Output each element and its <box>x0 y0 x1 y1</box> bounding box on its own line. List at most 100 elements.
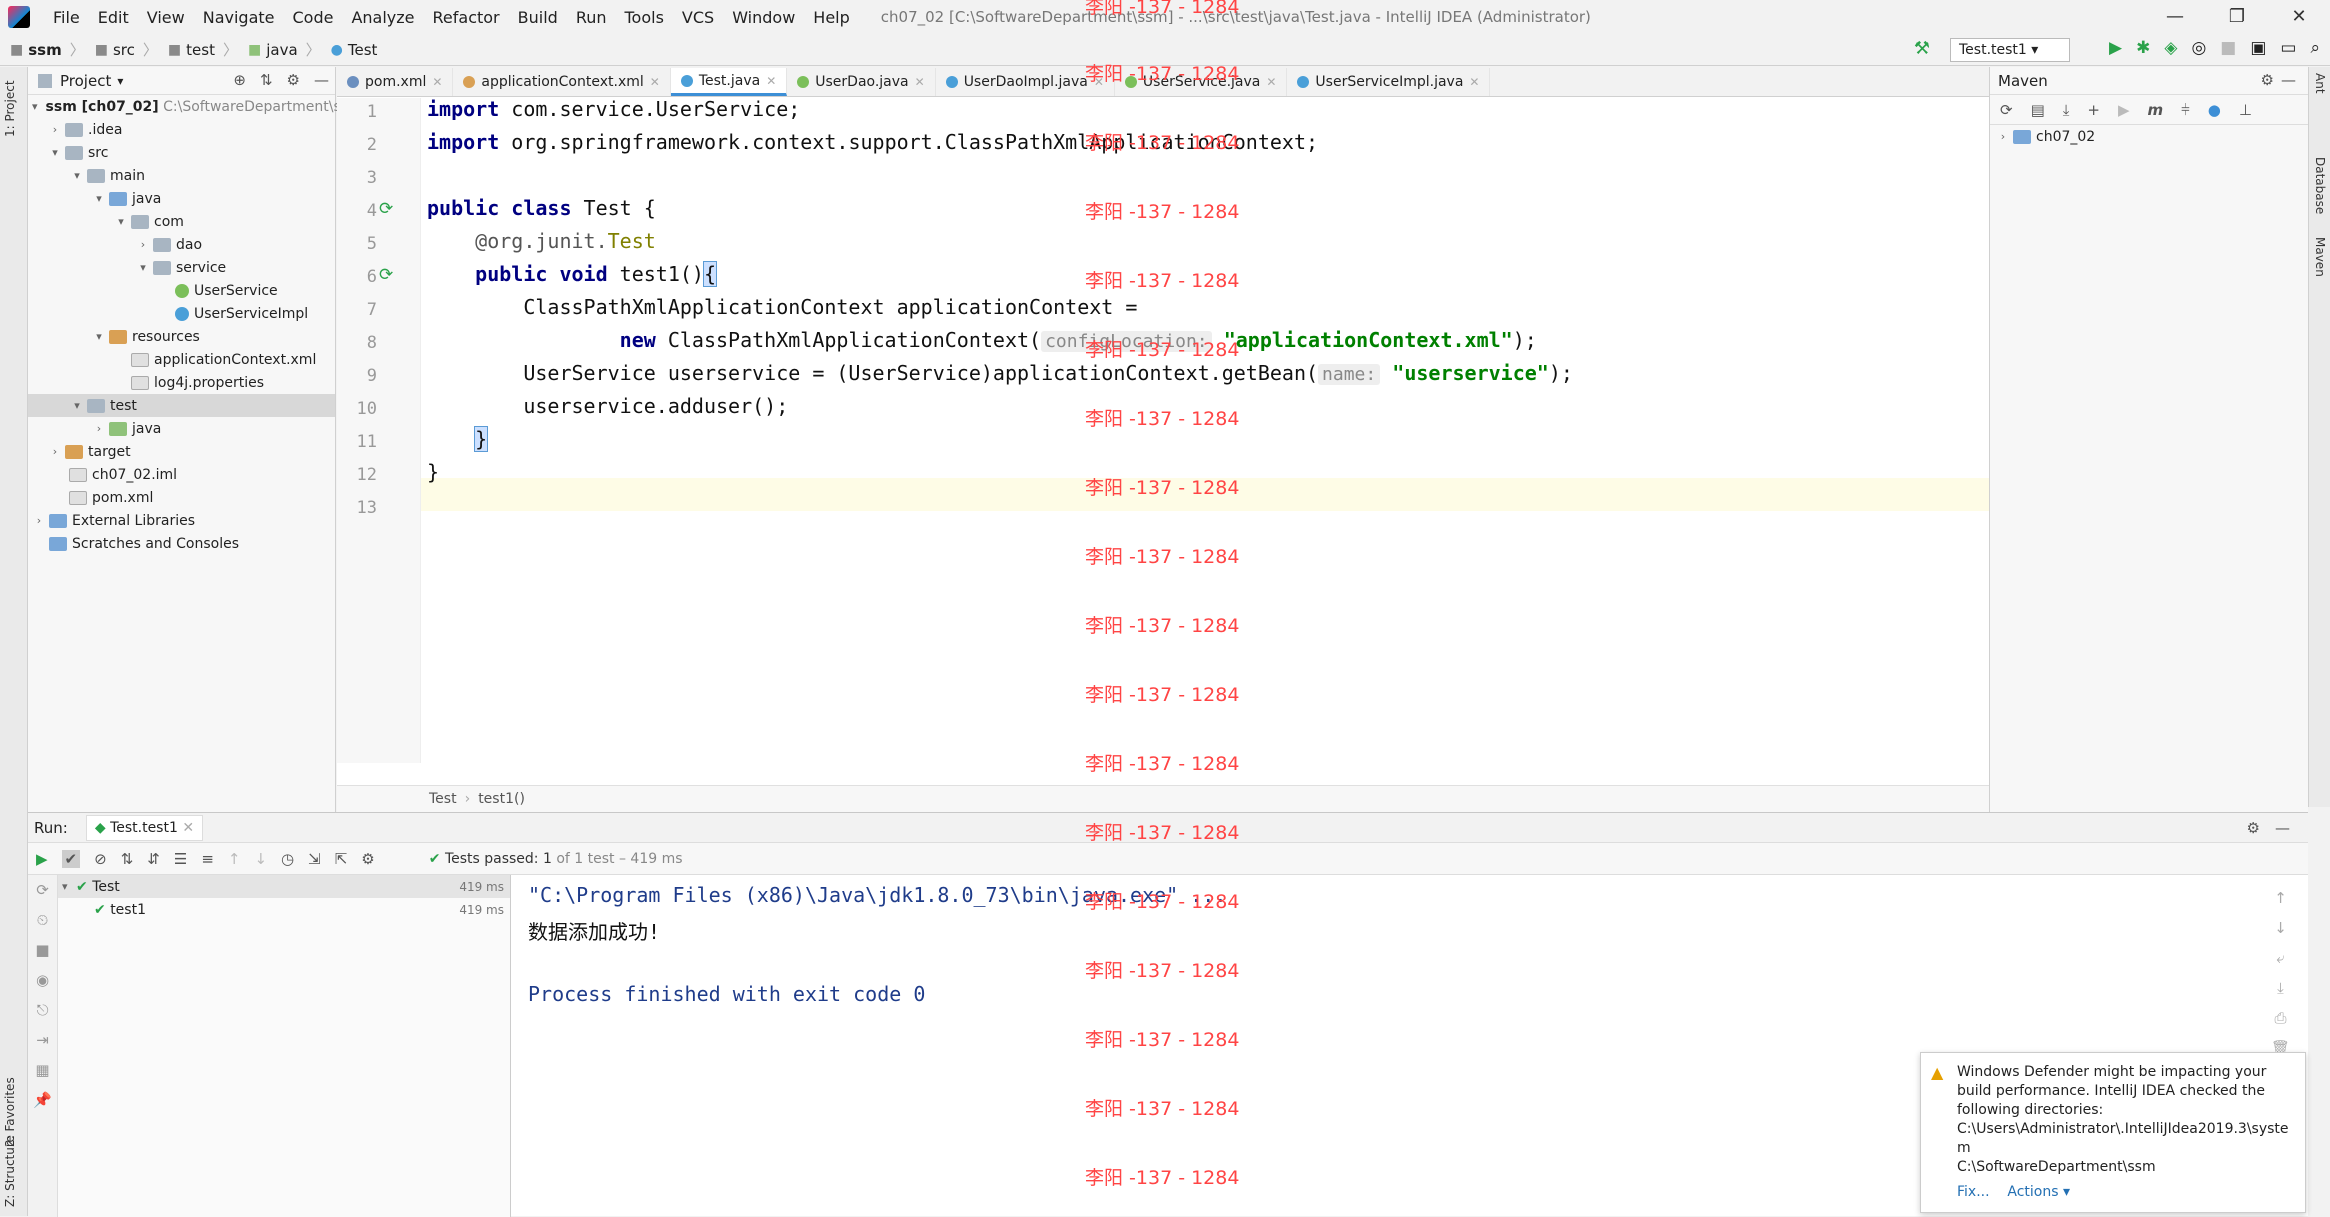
reload-icon[interactable]: ⟳ <box>2000 101 2013 119</box>
profile-icon[interactable]: ◎ <box>2191 38 2206 58</box>
locate-icon[interactable]: ⊕ <box>233 71 246 89</box>
close-icon[interactable]: ✕ <box>1266 75 1276 89</box>
menu-tools[interactable]: Tools <box>625 8 664 27</box>
menu-navigate[interactable]: Navigate <box>203 8 275 27</box>
export-icon[interactable]: ⇱ <box>335 850 348 868</box>
close-icon[interactable]: ✕ <box>915 75 925 89</box>
tree-item-java[interactable]: ▾ java <box>28 187 335 210</box>
next-icon[interactable]: ↓ <box>254 850 267 868</box>
database-tool-label[interactable]: Database <box>2313 157 2327 214</box>
hide-icon[interactable]: — <box>2281 71 2296 89</box>
structure-tool-label[interactable]: Z: Structure <box>3 1135 17 1207</box>
sort-alpha-icon[interactable]: ⇅ <box>121 850 134 868</box>
coverage-icon[interactable]: ◈ <box>2164 38 2177 58</box>
menu-code[interactable]: Code <box>293 8 334 27</box>
history-icon[interactable]: ◷ <box>281 850 294 868</box>
hide-icon[interactable]: — <box>2275 819 2290 837</box>
tree-item-test-java[interactable]: › java <box>28 417 335 440</box>
gear-icon[interactable]: ⚙ <box>2261 71 2274 89</box>
stop-icon[interactable]: ■ <box>28 935 57 965</box>
close-icon[interactable]: ✕ <box>2268 0 2330 34</box>
tree-item-pom[interactable]: pom.xml <box>28 486 335 509</box>
fix-link[interactable]: Fix... <box>1957 1184 1990 1200</box>
stop-icon[interactable]: ■ <box>2220 38 2236 58</box>
scroll-to-end-icon[interactable]: ⤓ <box>2271 973 2290 1003</box>
run-maven-icon[interactable]: ▶ <box>2118 101 2130 119</box>
breadcrumb-ssm[interactable]: ■ ssm 〉 <box>10 39 85 60</box>
tree-item-userservice[interactable]: UserService <box>28 279 335 302</box>
actions-link[interactable]: Actions ▾ <box>2007 1184 2070 1200</box>
tree-item-service[interactable]: ▾ service <box>28 256 335 279</box>
toggle-auto-test-icon[interactable]: ⏲ <box>28 905 57 935</box>
editor-crumb-class[interactable]: Test <box>429 791 457 807</box>
breadcrumb-src[interactable]: ■ src 〉 <box>95 39 158 60</box>
menu-refactor[interactable]: Refactor <box>433 8 500 27</box>
menu-vcs[interactable]: VCS <box>682 8 714 27</box>
tree-item-external-libraries[interactable]: › External Libraries <box>28 509 335 532</box>
menu-view[interactable]: View <box>147 8 185 27</box>
project-tool-label[interactable]: 1: Project <box>3 80 17 137</box>
show-passed-icon[interactable]: ✔ <box>61 849 81 868</box>
gear-icon[interactable]: ⚙ <box>361 850 374 868</box>
tree-item-iml[interactable]: ch07_02.iml <box>28 463 335 486</box>
menu-analyze[interactable]: Analyze <box>351 8 414 27</box>
tree-item-src[interactable]: ▾ src <box>28 141 335 164</box>
rerun-failed-icon[interactable]: ⟳ <box>28 875 57 905</box>
tab-userservice-java[interactable]: UserService.java ✕ <box>1115 68 1288 96</box>
expand-all-icon[interactable]: ☰ <box>174 850 187 868</box>
camera-icon[interactable]: ◉ <box>28 965 57 995</box>
run-configuration-select[interactable]: Test.test1 ▾ <box>1950 38 2070 62</box>
tab-userdao-java[interactable]: UserDao.java ✕ <box>787 68 936 96</box>
close-icon[interactable]: ✕ <box>432 75 442 89</box>
project-structure-icon[interactable]: ▣ <box>2250 38 2266 58</box>
rerun-icon[interactable]: ▶ <box>36 850 48 868</box>
collapse-all-icon[interactable]: ≡ <box>201 850 214 868</box>
search-icon[interactable]: ⌕ <box>2310 38 2320 58</box>
menu-file[interactable]: File <box>53 8 80 27</box>
skip-tests-icon[interactable]: ● <box>2208 101 2221 119</box>
menu-run[interactable]: Run <box>576 8 607 27</box>
tab-pom-xml[interactable]: pom.xml ✕ <box>337 68 454 96</box>
chevron-down-icon[interactable]: ▾ <box>117 74 123 88</box>
collapse-icon[interactable]: ⇅ <box>260 71 273 89</box>
breadcrumb-java[interactable]: ■ java 〉 <box>248 39 321 60</box>
maven-project-item[interactable]: › ch07_02 <box>1990 125 2308 148</box>
tree-item-idea[interactable]: › .idea <box>28 118 335 141</box>
generate-sources-icon[interactable]: ▤ <box>2031 101 2045 119</box>
tree-item-ssm[interactable]: ▾ ssm [ch07_02] C:\SoftwareDepartment\ssm <box>28 95 362 118</box>
tab-applicationcontext-xml[interactable]: applicationContext.xml ✕ <box>453 68 671 96</box>
tree-item-main[interactable]: ▾ main <box>28 164 335 187</box>
scroll-down-icon[interactable]: ↓ <box>2271 913 2290 943</box>
build-hammer-icon[interactable]: ⚒ <box>1914 38 1930 59</box>
tree-item-applicationcontext[interactable]: applicationContext.xml <box>28 348 335 371</box>
show-ignored-icon[interactable]: ⊘ <box>94 850 107 868</box>
maven-goal-icon[interactable]: m <box>2148 101 2164 119</box>
tree-item-dao[interactable]: › dao <box>28 233 335 256</box>
login-icon[interactable]: ⇥ <box>28 1025 57 1055</box>
scroll-up-icon[interactable]: ↑ <box>2271 883 2290 913</box>
breadcrumb-test[interactable]: ■ test 〉 <box>168 39 238 60</box>
hide-icon[interactable]: — <box>314 71 329 89</box>
test-result-class[interactable]: ▾ ✔ Test 419 ms <box>58 875 510 898</box>
tab-test-java[interactable]: Test.java ✕ <box>670 68 788 96</box>
tree-item-log4j[interactable]: log4j.properties <box>28 371 335 394</box>
previous-icon[interactable]: ↑ <box>228 850 241 868</box>
restore-icon[interactable]: ❐ <box>2206 0 2268 34</box>
code-area[interactable]: import com.service.UserService; import o… <box>427 97 1987 763</box>
ant-tool-label[interactable]: Ant <box>2313 73 2327 94</box>
import-icon[interactable]: ⇲ <box>308 850 321 868</box>
project-panel-title[interactable]: Project <box>60 72 111 90</box>
print-icon[interactable]: ⎙ <box>2271 1003 2290 1033</box>
run-test-gutter-icon[interactable]: ⟳ <box>379 265 393 285</box>
tree-item-test[interactable]: ▾ test <box>28 394 335 417</box>
close-icon[interactable]: ✕ <box>1469 75 1479 89</box>
layout-icon[interactable]: ▭ <box>2280 38 2296 58</box>
tree-item-target[interactable]: › target <box>28 440 335 463</box>
exit-icon[interactable]: ⎋ <box>28 995 57 1025</box>
download-icon[interactable]: ⤓ <box>2063 101 2070 119</box>
tree-item-scratches[interactable]: Scratches and Consoles <box>28 532 335 555</box>
menu-window[interactable]: Window <box>732 8 795 27</box>
tree-item-userserviceimpl[interactable]: UserServiceImpl <box>28 302 335 325</box>
soft-wrap-icon[interactable]: ⤶ <box>2271 943 2290 973</box>
tree-item-com[interactable]: ▾ com <box>28 210 335 233</box>
